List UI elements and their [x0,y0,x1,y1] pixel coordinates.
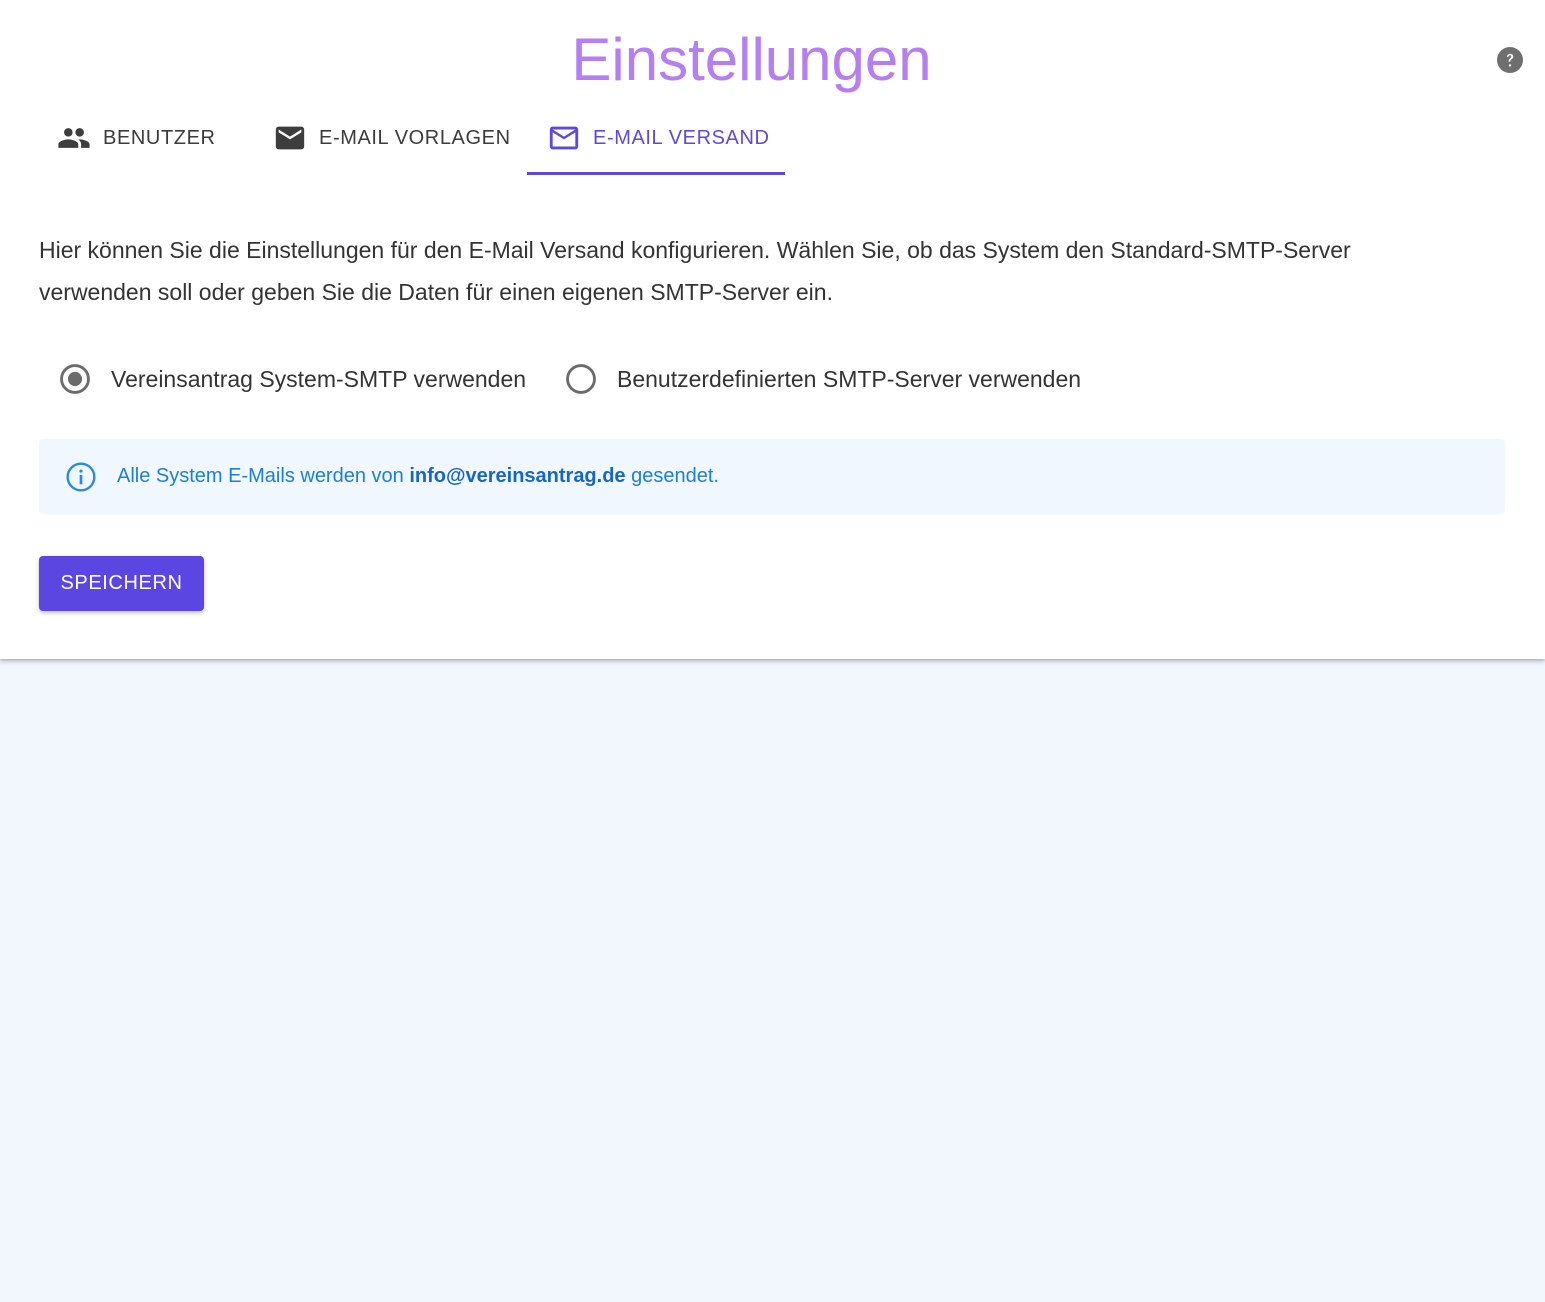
tab-benutzer[interactable]: BENUTZER [57,102,216,174]
radio-custom-smtp[interactable]: Benutzerdefinierten SMTP-Server verwende… [562,356,1081,402]
tab-email-versand[interactable]: E-MAIL VERSAND [527,102,785,174]
info-alert: Alle System E-Mails werden von info@vere… [39,439,1505,514]
mail-outline-icon [547,121,581,155]
page-title: Einstellungen [571,26,932,93]
info-text-before: Alle System E-Mails werden von [117,465,410,487]
sender-email: info@vereinsantrag.de [409,465,626,487]
active-tab-indicator [527,172,785,175]
radio-system-smtp[interactable]: Vereinsantrag System-SMTP verwenden [56,356,526,402]
tab-email-vorlagen[interactable]: E-MAIL VORLAGEN [273,102,511,174]
save-button[interactable]: SPEICHERN [39,556,204,611]
tab-label: BENUTZER [103,126,216,149]
radio-label: Benutzerdefinierten SMTP-Server verwende… [617,365,1082,392]
help-button[interactable] [1497,47,1523,73]
tab-label: E-MAIL VORLAGEN [319,126,511,149]
mail-filled-icon [273,121,307,155]
info-text-after: gesendet. [625,465,719,487]
info-icon [65,461,97,493]
tab-label: E-MAIL VERSAND [593,126,770,149]
people-icon [57,121,91,155]
description-text: Hier können Sie die Einstellungen für de… [39,237,1351,305]
radio-checked-icon[interactable] [56,360,94,398]
settings-card: Einstellungen BENUTZER E-MAIL VORLAGEN E… [0,0,1545,659]
radio-unchecked-icon[interactable] [562,360,600,398]
radio-label: Vereinsantrag System-SMTP verwenden [111,365,527,392]
settings-tabs: BENUTZER E-MAIL VORLAGEN E-MAIL VERSAND [39,102,799,175]
help-circle-icon [1497,47,1523,73]
smtp-option-group: Vereinsantrag System-SMTP verwenden Benu… [56,356,1256,402]
info-alert-text: Alle System E-Mails werden von info@vere… [117,463,719,489]
